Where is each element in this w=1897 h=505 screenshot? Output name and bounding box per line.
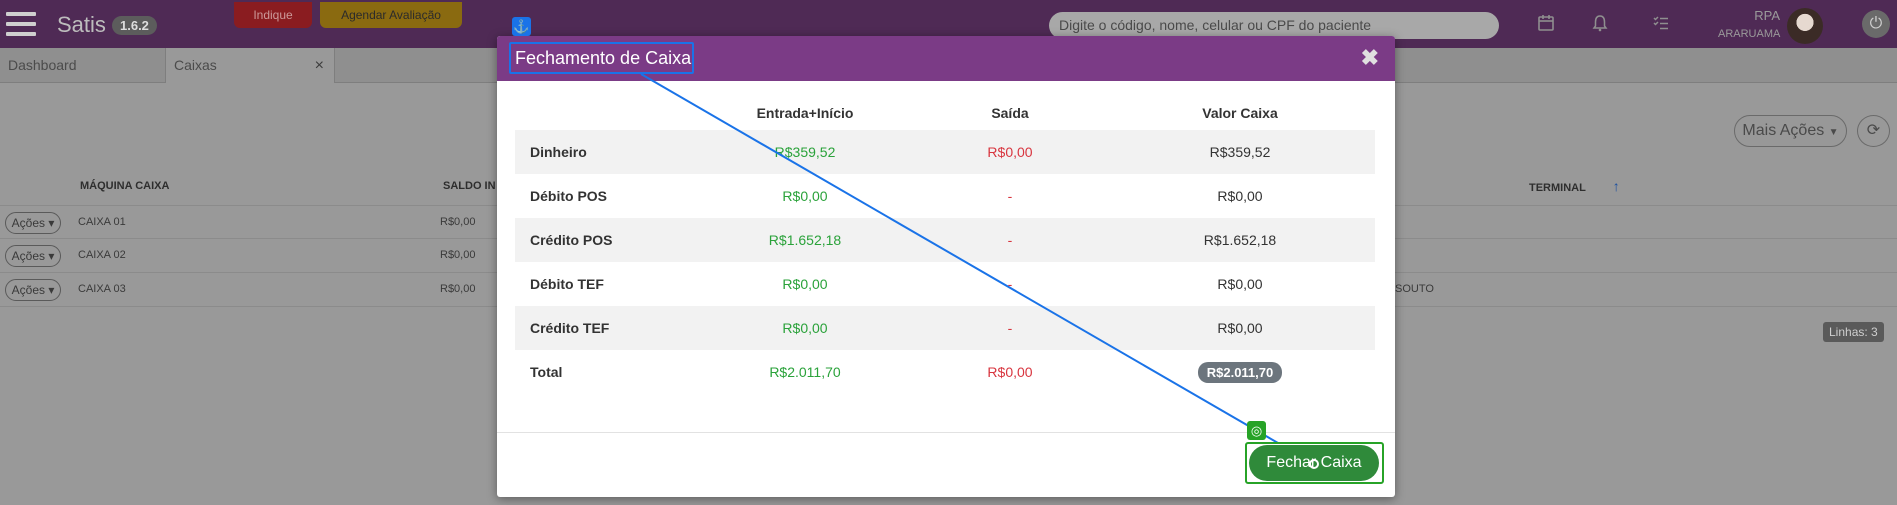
anchor-icon: ⚓ (512, 17, 531, 36)
target-highlight-box (1245, 442, 1384, 484)
drag-path-line (640, 73, 1319, 469)
source-highlight-box (509, 42, 694, 74)
target-icon: ◎ (1247, 421, 1266, 440)
